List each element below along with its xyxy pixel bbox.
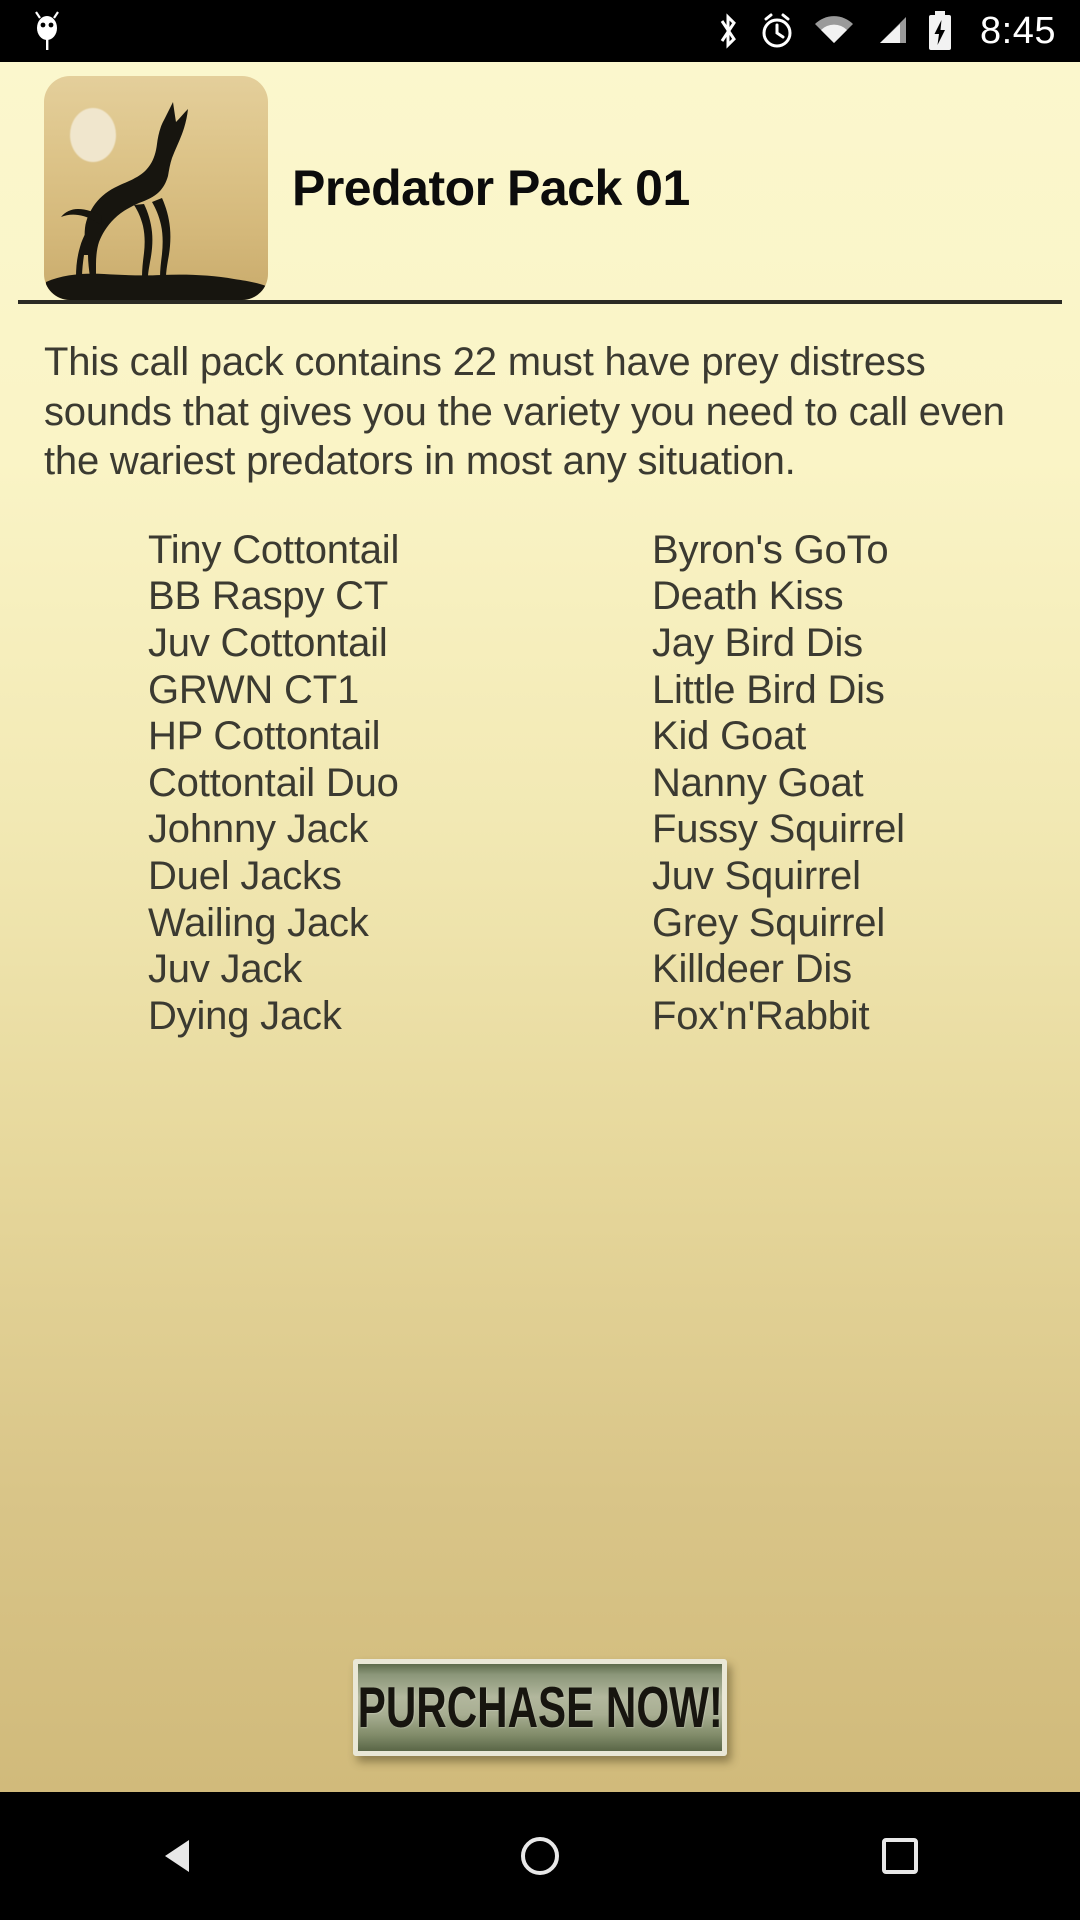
- status-bar-left: [30, 11, 64, 51]
- list-item: Fox'n'Rabbit: [652, 993, 870, 1038]
- list-item: BB Raspy CT: [148, 574, 389, 619]
- list-item: Kid Goat: [652, 714, 807, 759]
- phone-screen: 8:45 Predator Pack 01 This call pack con…: [0, 0, 1080, 1920]
- wolf-silhouette: [46, 102, 266, 300]
- list-item: Little Bird Dis: [652, 667, 885, 712]
- list-item: Cottontail Duo: [148, 760, 399, 805]
- back-triangle-icon[interactable]: [100, 1792, 260, 1920]
- list-item: Duel Jacks: [148, 853, 342, 898]
- list-item: Wailing Jack: [148, 900, 369, 945]
- cell-signal-icon: [872, 11, 910, 51]
- status-bar: 8:45: [0, 0, 1080, 62]
- list-item: Byron's GoTo: [652, 527, 889, 572]
- header-divider: [18, 300, 1062, 304]
- purchase-button-label: PURCHASE NOW!: [357, 1675, 723, 1740]
- sound-list: Tiny Cottontail BB Raspy CT Juv Cottonta…: [0, 527, 1080, 1040]
- list-item: Juv Jack: [148, 947, 303, 992]
- list-item: Johnny Jack: [148, 807, 369, 852]
- status-bar-right: 8:45: [714, 10, 1056, 53]
- pack-description: This call pack contains 22 must have pre…: [44, 340, 1005, 484]
- alarm-icon: [758, 11, 796, 51]
- list-item: HP Cottontail: [148, 714, 381, 759]
- page-title: Predator Pack 01: [292, 160, 690, 216]
- bluetooth-icon: [714, 11, 742, 51]
- list-item: Tiny Cottontail: [148, 527, 400, 572]
- recents-square-icon[interactable]: [820, 1792, 980, 1920]
- home-circle-icon[interactable]: [460, 1792, 620, 1920]
- android-bug-icon: [30, 11, 64, 51]
- list-item: Fussy Squirrel: [652, 807, 905, 852]
- sound-list-left-column: Tiny Cottontail BB Raspy CT Juv Cottonta…: [0, 527, 540, 1040]
- list-item: Killdeer Dis: [652, 947, 852, 992]
- sound-list-right-column: Byron's GoTo Death Kiss Jay Bird Dis Lit…: [540, 527, 1080, 1040]
- list-item: Juv Squirrel: [652, 853, 861, 898]
- list-item: Nanny Goat: [652, 760, 864, 805]
- list-item: GRWN CT1: [148, 667, 359, 712]
- wifi-icon: [812, 11, 856, 51]
- navigation-bar: [0, 1792, 1080, 1920]
- list-item: Dying Jack: [148, 993, 342, 1038]
- purchase-button-container: PURCHASE NOW!: [0, 1659, 1080, 1756]
- list-item: Jay Bird Dis: [652, 620, 863, 665]
- howling-wolf-icon: [44, 76, 268, 300]
- list-item: Grey Squirrel: [652, 900, 886, 945]
- main-content: Predator Pack 01 This call pack contains…: [0, 62, 1080, 1852]
- battery-charging-icon: [926, 10, 954, 52]
- purchase-now-button[interactable]: PURCHASE NOW!: [353, 1659, 727, 1756]
- status-bar-clock: 8:45: [980, 9, 1056, 52]
- pack-header: Predator Pack 01: [0, 62, 1080, 300]
- list-item: Death Kiss: [652, 574, 844, 619]
- list-item: Juv Cottontail: [148, 620, 388, 665]
